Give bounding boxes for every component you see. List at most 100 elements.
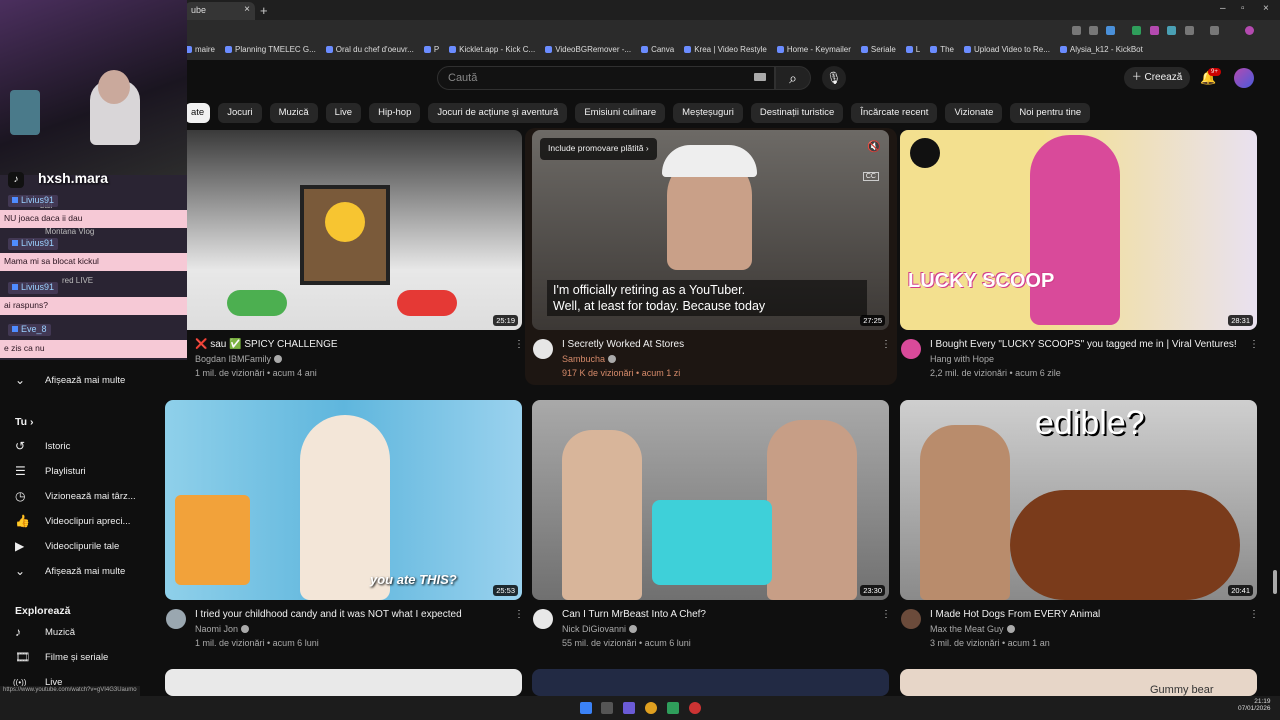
zoom-icon[interactable]: [1089, 26, 1098, 35]
download-icon[interactable]: [1210, 26, 1219, 35]
avatar[interactable]: [1234, 68, 1254, 88]
video-thumbnail[interactable]: 23:30: [532, 400, 889, 600]
video-thumbnail[interactable]: edible? 20:41: [900, 400, 1257, 600]
bookmark[interactable]: P: [424, 45, 439, 59]
chip[interactable]: Live: [325, 103, 362, 123]
sidebar-item-music[interactable]: ♪ Muzică: [0, 622, 160, 644]
bookmark[interactable]: The: [930, 45, 954, 59]
extension-icon[interactable]: [1150, 26, 1159, 35]
more-icon[interactable]: ⋮: [881, 609, 891, 620]
chip[interactable]: Meșteșuguri: [673, 103, 743, 123]
bookmark[interactable]: Kicklet.app - Kick C...: [449, 45, 535, 59]
video-title[interactable]: I Bought Every "LUCKY SCOOPS" you tagged…: [930, 339, 1237, 350]
chip[interactable]: Vizionate: [945, 103, 1003, 123]
channel-name[interactable]: Bogdan IBMFamily: [195, 354, 283, 364]
chip[interactable]: Jocuri de acțiune și aventură: [428, 103, 568, 123]
app-icon[interactable]: [623, 702, 635, 714]
bookmark[interactable]: Krea | Video Restyle: [684, 45, 767, 59]
video-thumbnail[interactable]: Include promovare plătită › 🔇 CC I'm off…: [532, 130, 889, 330]
video-thumbnail[interactable]: [532, 669, 889, 696]
bookmark[interactable]: Canva: [641, 45, 674, 59]
chip[interactable]: Emisiuni culinare: [575, 103, 666, 123]
sidebar-item-watch-later[interactable]: ◷ Vizionează mai târz...: [0, 486, 160, 508]
channel-name[interactable]: Hang with Hope: [930, 354, 994, 364]
video-thumbnail[interactable]: [165, 669, 522, 696]
more-icon[interactable]: ⋮: [881, 339, 891, 350]
paid-promotion-badge[interactable]: Include promovare plătită ›: [540, 138, 657, 160]
start-icon[interactable]: [580, 702, 592, 714]
star-icon[interactable]: [1106, 26, 1115, 35]
video-thumbnail[interactable]: you ate THIS? 25:53: [165, 400, 522, 600]
avatar[interactable]: [533, 609, 553, 629]
video-title[interactable]: Can I Turn MrBeast Into A Chef?: [562, 609, 706, 620]
bookmark[interactable]: VideoBGRemover -...: [545, 45, 631, 59]
extension-icon[interactable]: [1072, 26, 1081, 35]
browser-tab[interactable]: ube ×: [185, 2, 255, 20]
close-tab-icon[interactable]: ×: [244, 4, 250, 15]
profile-icon[interactable]: [1245, 26, 1254, 35]
video-thumbnail[interactable]: Gummy bear: [900, 669, 1257, 696]
bookmark[interactable]: Oral du chef d'oeuvr...: [326, 45, 414, 59]
sidebar-item-liked[interactable]: 👍 Videoclipuri apreci...: [0, 511, 160, 533]
chip[interactable]: Hip-hop: [369, 103, 421, 123]
maximize-button[interactable]: ▫: [1241, 3, 1245, 14]
more-icon[interactable]: ⋮: [514, 339, 524, 350]
video-title[interactable]: I Secretly Worked At Stores: [562, 339, 684, 350]
bookmark[interactable]: Home - Keymailer: [777, 45, 851, 59]
sidebar-item-history[interactable]: ↺ Istoric: [0, 436, 160, 458]
more-icon[interactable]: ⋮: [514, 609, 524, 620]
scrollbar[interactable]: [1273, 570, 1277, 594]
chip[interactable]: Încărcate recent: [851, 103, 938, 123]
avatar[interactable]: [901, 609, 921, 629]
extension-icon[interactable]: [1167, 26, 1176, 35]
avatar[interactable]: [166, 609, 186, 629]
sidebar-item-your-videos[interactable]: ▶ Videoclipurile tale: [0, 536, 160, 558]
show-more-button[interactable]: ⌄ Afișează mai multe: [0, 561, 160, 583]
search-icon[interactable]: [601, 702, 613, 714]
video-title[interactable]: ❌ sau ✅ SPICY CHALLENGE: [195, 339, 338, 350]
chip[interactable]: Destinații turistice: [750, 103, 844, 123]
more-icon[interactable]: ⋮: [1249, 339, 1259, 350]
chip[interactable]: Noi pentru tine: [1010, 103, 1091, 123]
app-icon[interactable]: [689, 702, 701, 714]
channel-name[interactable]: Max the Meat Guy: [930, 624, 1015, 634]
minimize-button[interactable]: –: [1220, 3, 1226, 14]
cc-icon[interactable]: CC: [862, 172, 879, 181]
bookmark[interactable]: Alysia_k12 - KickBot: [1060, 45, 1143, 59]
search-input[interactable]: Caută: [437, 66, 775, 90]
close-window-button[interactable]: ×: [1263, 3, 1269, 14]
bookmark[interactable]: Upload Video to Re...: [964, 45, 1050, 59]
mute-icon[interactable]: 🔇: [867, 140, 881, 153]
video-thumbnail[interactable]: LUCKY SCOOP 28:31: [900, 130, 1257, 330]
chip[interactable]: ate: [185, 103, 211, 123]
more-icon[interactable]: ⋮: [1249, 609, 1259, 620]
sidebar-item-playlists[interactable]: ☰ Playlisturi: [0, 461, 160, 483]
show-more-button[interactable]: ⌄ Afișează mai multe: [0, 370, 160, 392]
keyboard-icon[interactable]: [754, 73, 766, 81]
puzzle-icon[interactable]: [1185, 26, 1194, 35]
search-button[interactable]: ⌕: [775, 66, 811, 90]
video-title[interactable]: I tried your childhood candy and it was …: [195, 609, 462, 620]
new-tab-button[interactable]: +: [260, 3, 268, 18]
create-button[interactable]: ＋ Creează: [1124, 67, 1190, 89]
taskbar-clock[interactable]: 21:19 07/01/2026: [1238, 698, 1271, 712]
bookmark[interactable]: L: [906, 45, 920, 59]
chip[interactable]: Muzică: [269, 103, 318, 123]
channel-name[interactable]: Sambucha: [562, 354, 617, 364]
app-icon[interactable]: [667, 702, 679, 714]
channel-name[interactable]: Nick DiGiovanni: [562, 624, 638, 634]
chip[interactable]: Jocuri: [218, 103, 262, 123]
channel-name[interactable]: Naomi Jon: [195, 624, 250, 634]
chrome-icon[interactable]: [645, 702, 657, 714]
bookmark[interactable]: Planning TMELEC G...: [225, 45, 316, 59]
video-title[interactable]: I Made Hot Dogs From EVERY Animal: [930, 609, 1100, 620]
avatar[interactable]: [533, 339, 553, 359]
video-thumbnail[interactable]: 25:19: [165, 130, 522, 330]
extension-icon[interactable]: [1132, 26, 1141, 35]
bookmark[interactable]: maire: [185, 45, 215, 59]
avatar[interactable]: [901, 339, 921, 359]
bookmark[interactable]: Seriale: [861, 45, 896, 59]
sidebar-item-films[interactable]: 🎞 Filme și seriale: [0, 647, 160, 669]
you-section[interactable]: Tu ›: [15, 416, 33, 428]
mic-icon[interactable]: 🎙: [822, 66, 846, 90]
